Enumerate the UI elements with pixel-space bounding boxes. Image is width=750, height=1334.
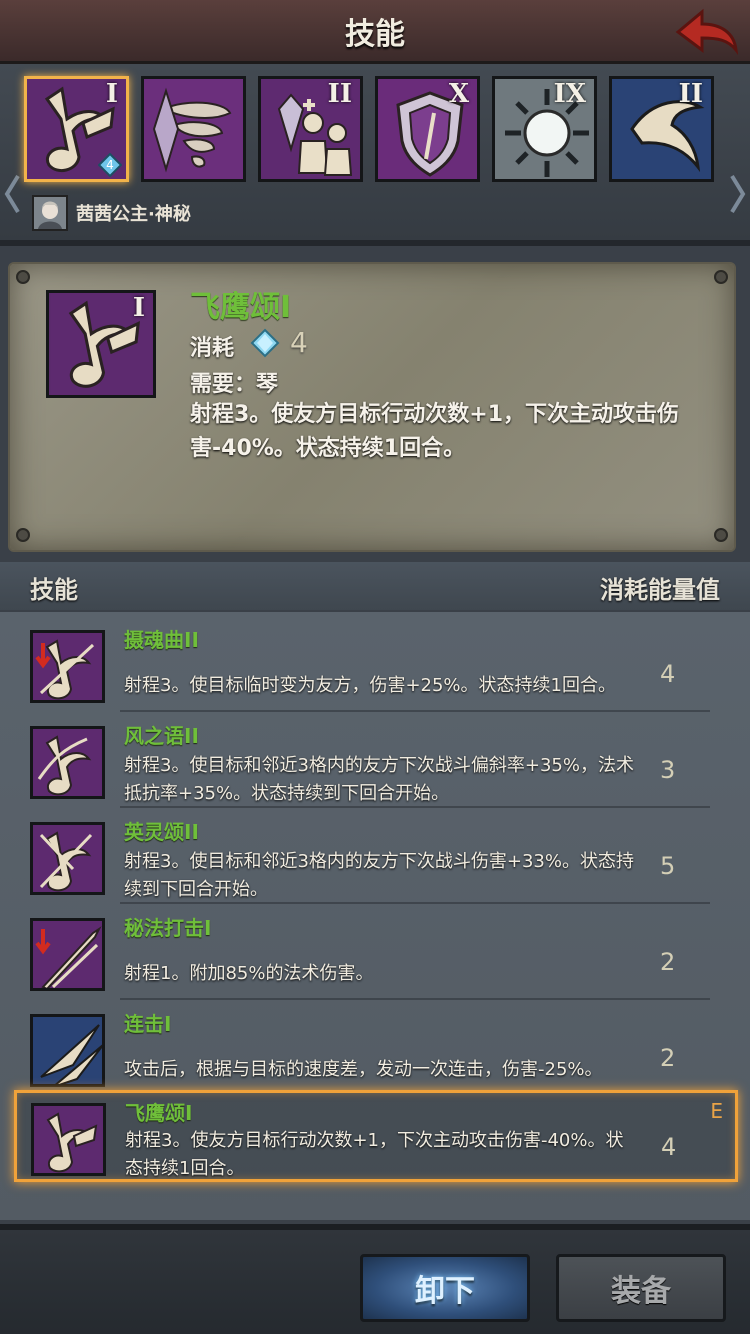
skill-description: 射程3。使友方目标行动次数+1，下次主动攻击伤害-40%。状态持续1回合。 (125, 1130, 624, 1179)
skill-slot-1[interactable]: I 4 (24, 76, 129, 182)
header-bar: 技能 (0, 0, 750, 64)
list-header-skills: 技能 (30, 576, 78, 604)
arcane-strike-icon (30, 918, 105, 991)
rivet-icon (16, 270, 30, 284)
skill-level: X (448, 79, 469, 109)
requirement-text: 需要：琴 (190, 372, 279, 397)
equip-button[interactable]: 装备 (556, 1254, 726, 1322)
chevron-left-icon[interactable] (4, 174, 22, 214)
skill-cost: 4 (661, 1133, 677, 1161)
unequip-button[interactable]: 卸下 (360, 1254, 530, 1322)
detail-title: 飞鹰颂I (190, 290, 292, 325)
cost-label: 消耗 (190, 336, 235, 361)
rivet-icon (714, 528, 728, 542)
back-button[interactable] (672, 4, 742, 60)
skill-level: I (132, 293, 145, 323)
skill-list-header: 技能 消耗能量值 (0, 562, 750, 610)
skill-name: 连击I (124, 1012, 172, 1036)
skill-level: I (105, 79, 118, 109)
skill-description: 射程3。使目标和邻近3格内的友方下次战斗偏斜率+35%，法术抵抗率+35%。状态… (124, 755, 634, 804)
soul-song-icon (30, 630, 105, 703)
skill-slot-5[interactable]: IX (492, 76, 597, 182)
skill-slot-4[interactable]: X (375, 76, 480, 182)
hero-name: 茜茜公主·神秘 (76, 204, 191, 225)
detail-skill-icon: I (46, 290, 156, 398)
skill-name: 英灵颂II (124, 820, 199, 844)
list-item[interactable]: 摄魂曲II 射程3。使目标临时变为友方，伤害+25%。状态持续1回合。 4 (0, 616, 750, 712)
skill-list: 摄魂曲II 射程3。使目标临时变为友方，伤害+25%。状态持续1回合。 4 风之… (0, 612, 750, 1220)
equipped-tag: E (710, 1099, 723, 1123)
list-item-equipped[interactable]: 飞鹰颂I 射程3。使友方目标行动次数+1，下次主动攻击伤害-40%。状态持续1回… (14, 1090, 738, 1182)
diamond-badge-icon: 4 (98, 153, 122, 177)
skill-cost: 2 (660, 1044, 676, 1072)
skill-description: 攻击后，根据与目标的速度差，发动一次连击，伤害-25%。 (124, 1059, 603, 1080)
combo-icon (30, 1014, 105, 1087)
tornado-icon (144, 79, 243, 179)
skill-icon-row: I 4 II X IX II (24, 76, 714, 182)
skill-cost: 2 (660, 948, 676, 976)
badge-count: 4 (106, 158, 114, 172)
hero-tag: 茜茜公主·神秘 (32, 195, 191, 231)
rivet-icon (16, 528, 30, 542)
portrait-icon (34, 197, 66, 229)
wind-song-icon (30, 726, 105, 799)
list-item[interactable]: 英灵颂II 射程3。使目标和邻近3格内的友方下次战斗伤害+33%。状态持续到下回… (0, 808, 750, 904)
skill-level: II (678, 79, 703, 109)
skill-description: 射程3。使目标临时变为友方，伤害+25%。状态持续1回合。 (124, 675, 616, 696)
detail-description: 射程3。使友方目标行动次数+1，下次主动攻击伤害-40%。状态持续1回合。 (190, 402, 680, 461)
skill-slot-6[interactable]: II (609, 76, 714, 182)
bottom-action-bar: 卸下 装备 (0, 1224, 750, 1334)
page-title: 技能 (345, 16, 405, 52)
skill-detail-panel: I 飞鹰颂I 消耗 4 需要：琴 射程3。使友方目标行动次数+1，下次主动攻击伤… (8, 262, 736, 552)
cost-value: 4 (290, 326, 308, 359)
skill-slot-2[interactable] (141, 76, 246, 182)
music-note-icon (31, 1103, 106, 1176)
skill-level: II (327, 79, 352, 109)
avatar (32, 195, 68, 231)
skill-cost: 3 (660, 756, 676, 784)
skill-name: 飞鹰颂I (125, 1101, 193, 1125)
rivet-icon (714, 270, 728, 284)
skill-slot-3[interactable]: II (258, 76, 363, 182)
skill-name: 风之语II (124, 724, 199, 748)
skill-cost: 4 (660, 660, 676, 688)
list-item[interactable]: 秘法打击I 射程1。附加85%的法术伤害。 2 (0, 904, 750, 1000)
list-item[interactable]: 风之语II 射程3。使目标和邻近3格内的友方下次战斗偏斜率+35%，法术抵抗率+… (0, 712, 750, 808)
list-header-cost: 消耗能量值 (600, 576, 720, 604)
skill-name: 秘法打击I (124, 916, 212, 940)
skill-description: 射程3。使目标和邻近3格内的友方下次战斗伤害+33%。状态持续到下回合开始。 (124, 851, 634, 900)
list-item[interactable]: 连击I 攻击后，根据与目标的速度差，发动一次连击，伤害-25%。 2 (0, 1000, 750, 1096)
back-arrow-icon (675, 8, 739, 55)
skill-description: 射程1。附加85%的法术伤害。 (124, 963, 374, 984)
energy-gem-icon (250, 328, 280, 358)
skill-cost: 5 (660, 852, 676, 880)
skill-name: 摄魂曲II (124, 628, 199, 652)
hero-song-icon (30, 822, 105, 895)
chevron-right-icon[interactable] (728, 174, 746, 214)
skill-level: IX (553, 79, 586, 109)
